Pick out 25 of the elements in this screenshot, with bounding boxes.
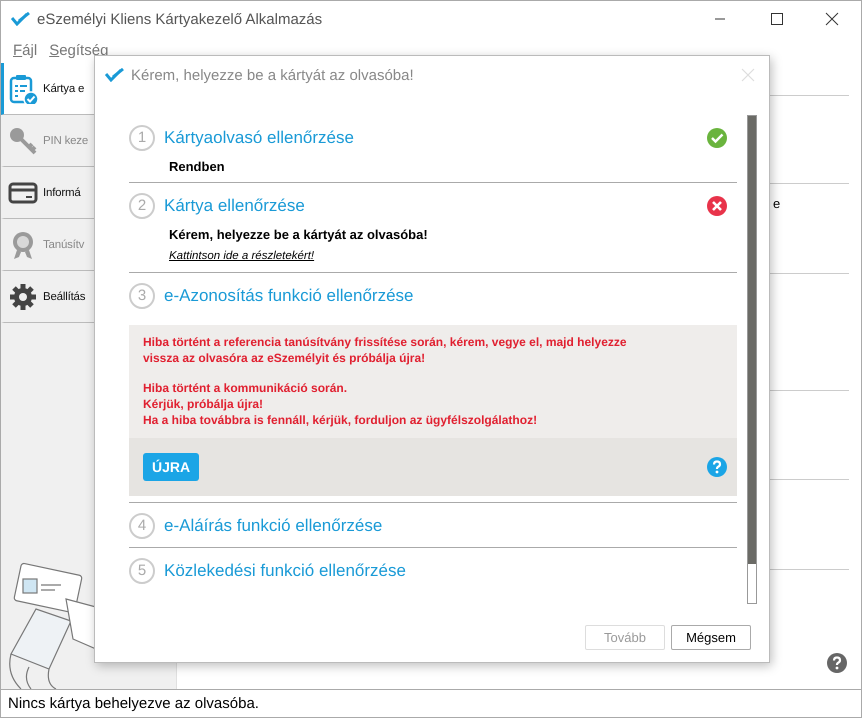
- dialog-button[interactable]: Mégsem: [671, 624, 751, 650]
- key-icon: [8, 126, 38, 156]
- app-logo-icon: [105, 68, 125, 82]
- step-number: 4: [129, 513, 155, 539]
- step-title: Közlekedési funkció ellenőrzése: [164, 561, 407, 581]
- retry-button[interactable]: ÚJRA: [143, 453, 200, 481]
- step-number: 3: [129, 283, 155, 309]
- menu-item[interactable]: Fájl: [13, 42, 38, 58]
- window-title: eSzemélyi Kliens Kártyakezelő Alkalmazás: [37, 10, 324, 28]
- step-number: 2: [129, 193, 155, 219]
- step-number: 1: [129, 125, 155, 151]
- settings-icon: [8, 282, 38, 312]
- text-fragment: e: [773, 196, 780, 211]
- status-text: Nincs kártya behelyezve az olvasóba.: [1, 689, 861, 717]
- scrollbar-thumb[interactable]: [748, 116, 756, 564]
- help-icon[interactable]: [827, 653, 847, 673]
- step-number: 5: [129, 558, 155, 584]
- step-title: e-Aláírás funkció ellenőrzése: [164, 516, 384, 536]
- clipboard-check-icon: [8, 74, 38, 104]
- error-message: Hiba történt a referencia tanúsítvány frissítése során, kérem, vegye el, majd helyezze vissza az olvasóra az eSzemélyit és próbálja újra!: [143, 334, 628, 366]
- menu-item[interactable]: Segítség: [49, 42, 108, 58]
- app-logo-icon: [11, 12, 31, 26]
- help-icon[interactable]: [707, 457, 727, 477]
- scrollbar[interactable]: [747, 115, 757, 604]
- error-message: Hiba történt a kommunikáció során. Kérjük, próbálja újra! Ha a hiba továbbra is fennáll, kérjük, forduljon az ügyfélszolgálathoz!: [143, 380, 538, 428]
